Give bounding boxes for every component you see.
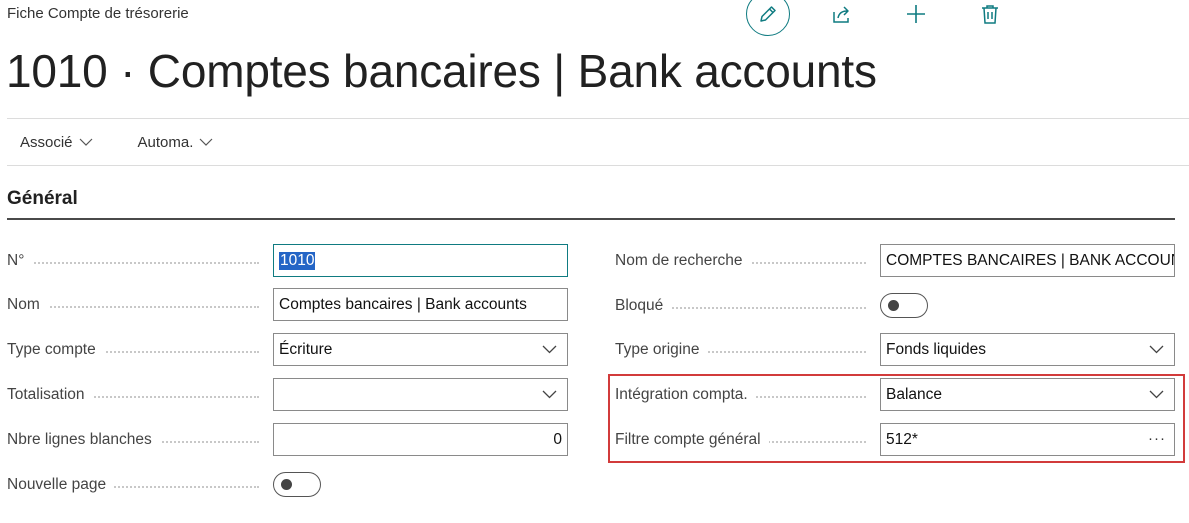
field-origin-type: Type origine Fonds liquides: [615, 333, 1175, 366]
field-account-type: Type compte Écriture: [7, 333, 568, 366]
account-type-select[interactable]: Écriture: [273, 333, 568, 366]
action-bar: Associé Automa.: [7, 119, 1189, 166]
input-value: Comptes bancaires | Bank accounts: [279, 295, 527, 313]
field-new-page: Nouvelle page: [7, 468, 321, 501]
field-label: Nom: [7, 295, 273, 314]
field-search-name: Nom de recherche COMPTES BANCAIRES | BAN…: [615, 244, 1175, 277]
action-associe[interactable]: Associé: [20, 134, 93, 151]
totaling-select[interactable]: [273, 378, 568, 411]
field-blank-lines: Nbre lignes blanches 0: [7, 423, 568, 456]
field-label: Type origine: [615, 340, 880, 359]
action-label: Associé: [20, 134, 73, 151]
share-icon: [833, 6, 849, 23]
field-label: Nbre lignes blanches: [7, 430, 273, 449]
no-input[interactable]: 1010: [273, 244, 568, 277]
page-title: 1010 · Comptes bancaires | Bank accounts: [6, 45, 877, 97]
input-value: COMPTES BANCAIRES | BANK ACCOUNTS: [886, 251, 1175, 269]
select-value: Écriture: [279, 340, 333, 358]
section-rule: [7, 218, 1175, 220]
field-blocked: Bloqué: [615, 289, 928, 322]
field-label: Type compte: [7, 340, 273, 359]
share-button[interactable]: [830, 2, 854, 26]
add-button[interactable]: [904, 2, 928, 26]
origin-type-select[interactable]: Fonds liquides: [880, 333, 1175, 366]
select-value: Fonds liquides: [886, 340, 986, 358]
field-label: Totalisation: [7, 385, 273, 404]
input-value: 0: [553, 430, 562, 448]
blocked-toggle[interactable]: [880, 293, 928, 318]
action-label: Automa.: [137, 134, 194, 151]
edit-button[interactable]: [746, 0, 790, 36]
chevron-down-icon: [542, 345, 557, 354]
section-title[interactable]: Général: [7, 188, 78, 210]
chevron-down-icon: [199, 138, 213, 146]
new-page-toggle[interactable]: [273, 472, 321, 497]
toggle-knob: [888, 300, 899, 311]
pencil-icon: [760, 6, 776, 22]
divider: [7, 165, 1189, 166]
field-no: N° 1010: [7, 244, 568, 277]
field-label: N°: [7, 251, 273, 270]
action-automa[interactable]: Automa.: [138, 134, 214, 151]
chevron-down-icon: [542, 390, 557, 399]
field-label: Nouvelle page: [7, 475, 273, 494]
trash-icon: [982, 5, 998, 24]
plus-icon: [907, 5, 925, 23]
field-name: Nom Comptes bancaires | Bank accounts: [7, 288, 568, 321]
toggle-knob: [281, 479, 292, 490]
page-caption: Fiche Compte de trésorerie: [7, 5, 189, 22]
field-label: Bloqué: [615, 296, 880, 315]
delete-button[interactable]: [978, 2, 1002, 26]
blank-lines-input[interactable]: 0: [273, 423, 568, 456]
field-totaling: Totalisation: [7, 378, 568, 411]
input-value: 1010: [279, 251, 316, 270]
field-label: Nom de recherche: [615, 251, 880, 270]
search-name-input[interactable]: COMPTES BANCAIRES | BANK ACCOUNTS: [880, 244, 1175, 277]
chevron-down-icon: [79, 138, 92, 146]
name-input[interactable]: Comptes bancaires | Bank accounts: [273, 288, 568, 321]
chevron-down-icon: [1149, 345, 1164, 354]
